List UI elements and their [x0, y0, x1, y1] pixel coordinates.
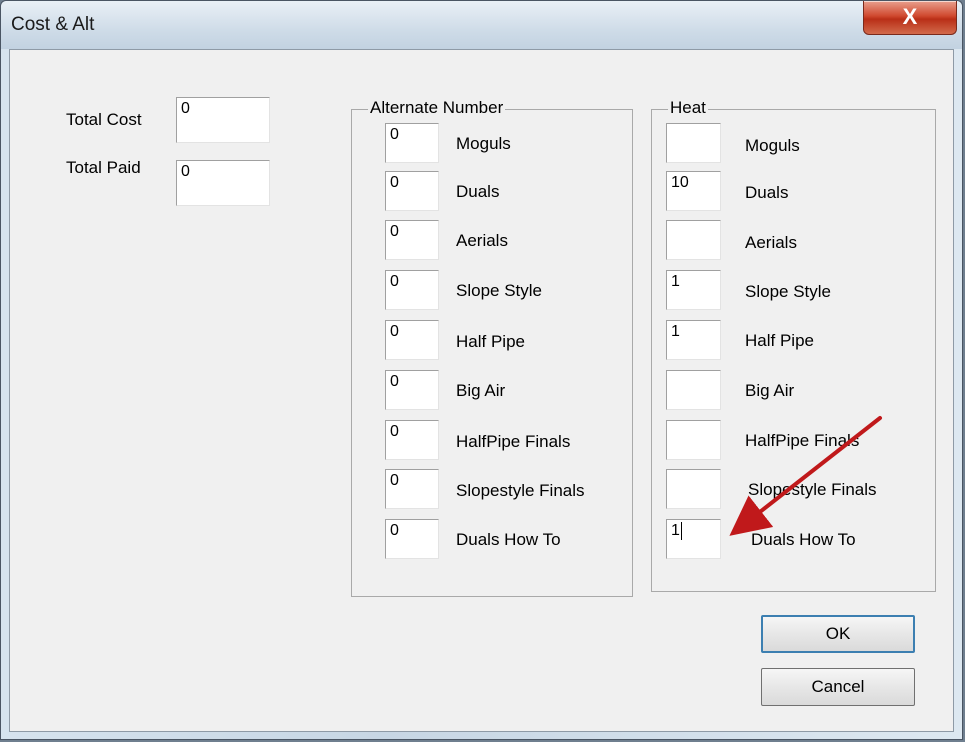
- heat-group: Heat Moguls 10 Duals Aerials 1 Slope Sty…: [651, 98, 936, 592]
- alt-slope-style-label: Slope Style: [456, 281, 542, 300]
- heat-half-pipe-label: Half Pipe: [745, 331, 814, 350]
- cancel-button[interactable]: Cancel: [761, 668, 915, 706]
- total-paid-input[interactable]: 0: [176, 160, 270, 206]
- alt-slopestyle-finals-input[interactable]: 0: [385, 469, 439, 509]
- alternate-number-title: Alternate Number: [368, 98, 506, 118]
- heat-duals-label: Duals: [745, 183, 789, 202]
- heat-moguls-label: Moguls: [745, 136, 800, 155]
- total-cost-label: Total Cost: [66, 110, 142, 129]
- alt-moguls-label: Moguls: [456, 134, 511, 153]
- heat-aerials-label: Aerials: [745, 233, 797, 252]
- alt-duals-label: Duals: [456, 182, 500, 201]
- heat-big-air-input[interactable]: [666, 370, 721, 410]
- alt-duals-input[interactable]: 0: [385, 171, 439, 211]
- heat-duals-how-to-input[interactable]: 1: [666, 519, 721, 559]
- heat-halfpipe-finals-input[interactable]: [666, 420, 721, 460]
- heat-halfpipe-finals-label: HalfPipe Finals: [745, 431, 860, 450]
- alt-moguls-input[interactable]: 0: [385, 123, 439, 163]
- dialog-body: Total Cost 0 Total Paid 0 Alternate Numb…: [9, 49, 954, 732]
- heat-slope-style-input[interactable]: 1: [666, 270, 721, 310]
- alt-slopestyle-finals-label: Slopestyle Finals: [456, 481, 585, 500]
- alt-big-air-label: Big Air: [456, 381, 506, 400]
- alt-slope-style-input[interactable]: 0: [385, 270, 439, 310]
- alt-half-pipe-input[interactable]: 0: [385, 320, 439, 360]
- text-caret: [680, 522, 682, 540]
- alt-aerials-input[interactable]: 0: [385, 220, 439, 260]
- heat-big-air-label: Big Air: [745, 381, 795, 400]
- heat-duals-input[interactable]: 10: [666, 171, 721, 211]
- cost-alt-dialog: Cost & Alt X Total Cost 0 Total Paid 0 A…: [0, 0, 963, 740]
- title-bar[interactable]: Cost & Alt X: [1, 1, 962, 49]
- heat-duals-how-to-label: Duals How To: [751, 530, 856, 549]
- alt-duals-how-to-label: Duals How To: [456, 530, 561, 549]
- heat-moguls-input[interactable]: [666, 123, 721, 163]
- alt-aerials-label: Aerials: [456, 231, 508, 250]
- window-title: Cost & Alt: [11, 14, 95, 35]
- close-icon[interactable]: X: [863, 1, 957, 35]
- total-paid-label: Total Paid: [66, 158, 141, 177]
- alt-halfpipe-finals-label: HalfPipe Finals: [456, 432, 571, 451]
- heat-slope-style-label: Slope Style: [745, 282, 831, 301]
- alternate-number-group: Alternate Number 0 Moguls 0 Duals 0 Aeri…: [351, 98, 633, 597]
- heat-slopestyle-finals-input[interactable]: [666, 469, 721, 509]
- alt-half-pipe-label: Half Pipe: [456, 332, 525, 351]
- total-cost-input[interactable]: 0: [176, 97, 270, 143]
- ok-button[interactable]: OK: [761, 615, 915, 653]
- alt-halfpipe-finals-input[interactable]: 0: [385, 420, 439, 460]
- heat-duals-how-to-value: 1: [671, 522, 680, 540]
- alt-duals-how-to-input[interactable]: 0: [385, 519, 439, 559]
- heat-slopestyle-finals-label: Slopestyle Finals: [748, 480, 877, 499]
- heat-half-pipe-input[interactable]: 1: [666, 320, 721, 360]
- alt-big-air-input[interactable]: 0: [385, 370, 439, 410]
- heat-title: Heat: [668, 98, 708, 118]
- heat-aerials-input[interactable]: [666, 220, 721, 260]
